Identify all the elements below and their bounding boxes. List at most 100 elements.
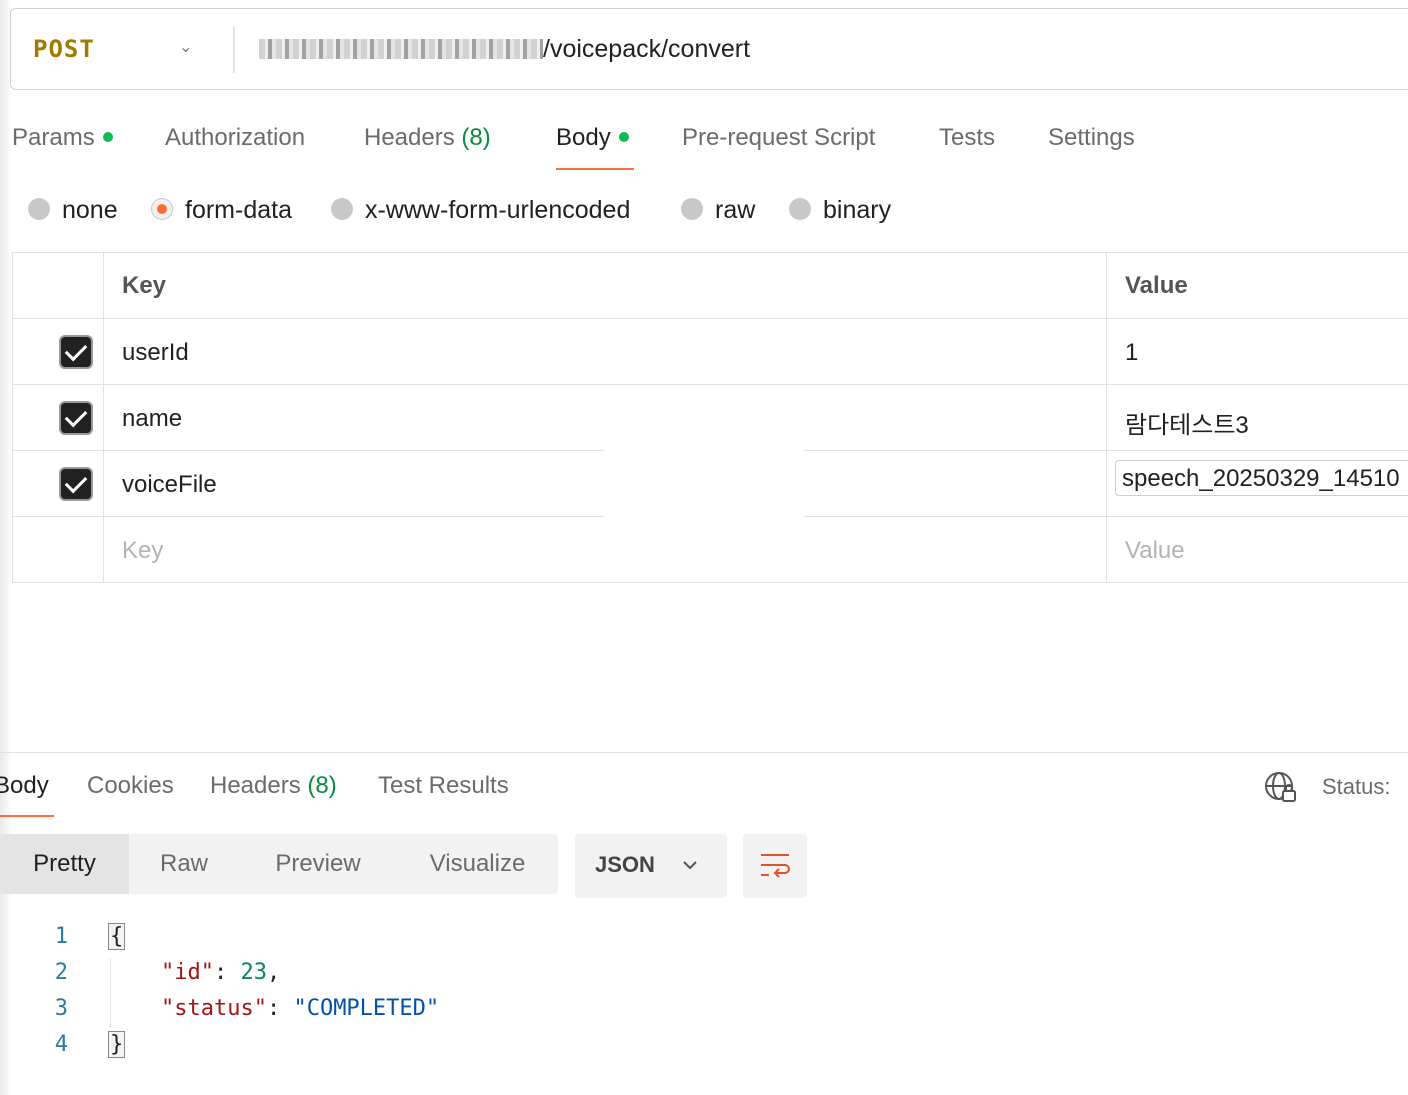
response-tab-cookies[interactable]: Cookies [87, 772, 174, 800]
tab-pre-request-script[interactable]: Pre-request Script [682, 124, 875, 152]
line-number: 1 [54, 924, 68, 949]
radio-none-label: none [62, 196, 118, 224]
code-line-3: "status": "COMPLETED" [160, 996, 440, 1021]
value-placeholder: Value [1125, 537, 1185, 564]
view-visualize[interactable]: Visualize [397, 834, 558, 894]
json-number: 23 [240, 960, 267, 985]
row-checkbox[interactable] [59, 335, 93, 369]
tab-params-label: Params [12, 124, 95, 151]
open-brace: { [108, 923, 126, 950]
response-tab-underline [0, 815, 54, 817]
response-tab-headers[interactable]: Headers (8) [210, 772, 337, 800]
method-select[interactable]: POST [33, 35, 95, 63]
key-text: userId [122, 339, 189, 366]
response-tab-test-results-label: Test Results [378, 772, 509, 799]
code-line-2: "id": 23, [160, 960, 281, 985]
view-raw[interactable]: Raw [129, 834, 239, 894]
view-pretty[interactable]: Pretty [0, 834, 129, 894]
chevron-down-icon[interactable]: ⌄ [179, 37, 192, 57]
key-text: voiceFile [122, 471, 217, 498]
tab-body-label: Body [556, 124, 611, 151]
radio-none[interactable]: none [28, 196, 118, 225]
row-check-cell [12, 451, 103, 516]
tab-settings[interactable]: Settings [1048, 124, 1135, 152]
value-cell[interactable]: 1 [1106, 319, 1408, 384]
row-check-cell [12, 517, 103, 582]
tab-tests[interactable]: Tests [939, 124, 995, 152]
table-row: name 람다테스트3 [12, 385, 1408, 451]
json-string: "COMPLETED" [293, 996, 440, 1021]
value-text: 람다테스트3 [1125, 412, 1249, 439]
value-text: 1 [1125, 339, 1139, 366]
header-value: Value [1125, 272, 1188, 299]
key-cell[interactable]: userId [103, 319, 1106, 384]
params-active-dot [102, 131, 113, 142]
file-name: speech_20250329_14510 [1122, 465, 1400, 492]
value-cell[interactable]: 람다테스트3 [1106, 385, 1408, 450]
view-preview[interactable]: Preview [239, 834, 397, 894]
json-key: "status" [160, 996, 267, 1021]
tab-headers[interactable]: Headers (8) [364, 124, 491, 152]
format-select[interactable]: JSON [575, 834, 727, 898]
tab-settings-label: Settings [1048, 124, 1135, 151]
radio-raw-circle [681, 198, 703, 221]
headers-count: (8) [461, 124, 491, 151]
radio-none-circle [28, 198, 50, 221]
key-placeholder: Key [122, 537, 164, 564]
value-cell[interactable]: Value [1106, 517, 1408, 582]
header-key: Key [122, 272, 167, 299]
response-tab-body-label: Body [0, 772, 49, 799]
header-check-cell [12, 253, 103, 318]
line-number: 2 [54, 960, 68, 985]
response-tab-test-results[interactable]: Test Results [378, 772, 509, 800]
row-checkbox[interactable] [59, 401, 93, 435]
radio-binary-circle [789, 198, 811, 221]
row-check-cell [12, 319, 103, 384]
tab-headers-label: Headers [364, 124, 455, 151]
url-input[interactable]: /voicepack/convert [543, 35, 750, 64]
radio-binary-label: binary [823, 196, 892, 224]
radio-binary[interactable]: binary [789, 196, 891, 225]
radio-form-data[interactable]: form-data [151, 196, 292, 225]
line-number: 3 [54, 996, 68, 1021]
globe-lock-icon[interactable] [1264, 770, 1298, 804]
line-number: 4 [54, 1032, 68, 1057]
json-key: "id" [160, 960, 214, 985]
url-divider [233, 27, 235, 73]
radio-form-data-label: form-data [185, 196, 292, 224]
radio-urlencoded[interactable]: x-www-form-urlencoded [331, 196, 630, 225]
view-mode-segment: Pretty Raw Preview Visualize [0, 834, 558, 894]
radio-urlencoded-circle [331, 198, 353, 221]
response-tab-body[interactable]: Body [0, 772, 49, 800]
file-chip[interactable]: speech_20250329_14510 [1115, 460, 1408, 496]
format-label: JSON [595, 852, 655, 877]
response-tab-cookies-label: Cookies [87, 772, 174, 799]
response-divider [0, 752, 1408, 753]
radio-raw[interactable]: raw [681, 196, 755, 225]
row-check-cell [12, 385, 103, 450]
radio-urlencoded-label: x-www-form-urlencoded [365, 196, 631, 224]
key-cell[interactable]: name [103, 385, 1106, 450]
status-label: Status: [1322, 774, 1391, 799]
response-headers-count: (8) [307, 772, 337, 799]
radio-raw-label: raw [715, 196, 756, 224]
tab-authorization-label: Authorization [165, 124, 306, 151]
row-checkbox[interactable] [59, 467, 93, 501]
table-row: userId 1 [12, 319, 1408, 385]
table-header-row: Key Value [12, 253, 1408, 319]
tab-params[interactable]: Params [12, 124, 113, 152]
tab-body[interactable]: Body [556, 124, 629, 152]
header-value-cell: Value [1106, 253, 1408, 318]
url-bar: POST ⌄ /voicepack/convert [10, 8, 1408, 90]
body-active-dot [618, 131, 629, 142]
code-line-4: } [108, 1031, 126, 1058]
code-line-1: { [108, 923, 126, 950]
key-text: name [122, 405, 183, 432]
header-key-cell: Key [103, 253, 1106, 318]
tab-tests-label: Tests [939, 124, 996, 151]
active-tab-underline [556, 168, 634, 170]
tab-pre-request-label: Pre-request Script [682, 124, 876, 151]
wrap-lines-icon [761, 854, 790, 878]
tab-authorization[interactable]: Authorization [165, 124, 305, 152]
wrap-lines-button[interactable] [743, 834, 807, 898]
